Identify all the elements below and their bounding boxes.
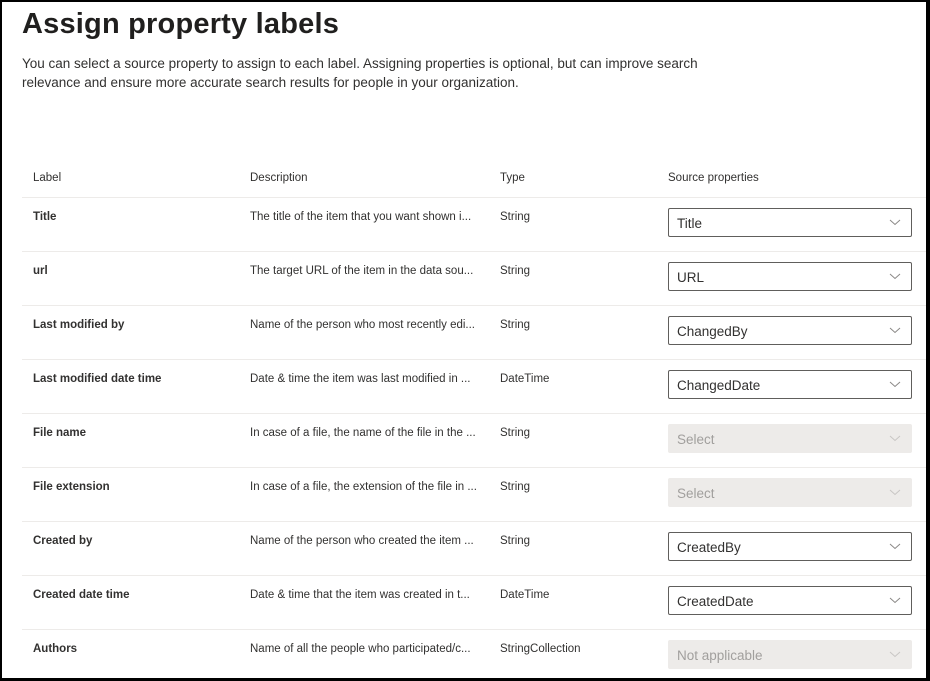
- row-type: String: [500, 427, 531, 439]
- source-property-dropdown: Not applicable: [668, 640, 912, 669]
- row-type: String: [500, 319, 531, 331]
- source-property-dropdown[interactable]: CreatedBy: [668, 532, 912, 561]
- source-property-dropdown[interactable]: URL: [668, 262, 912, 291]
- page-description: You can select a source property to assi…: [22, 56, 698, 90]
- row-description: Name of the person who most recently edi…: [250, 319, 475, 331]
- dropdown-value: ChangedBy: [677, 324, 748, 339]
- table-row: Last modified date time Date & time the …: [22, 360, 926, 414]
- dropdown-value: Select: [677, 486, 715, 501]
- dropdown-value: Title: [677, 216, 703, 231]
- row-label: File extension: [33, 481, 110, 493]
- row-type: DateTime: [500, 589, 550, 601]
- assign-property-labels-panel: Assign property labels You can select a …: [2, 2, 926, 678]
- row-type: String: [500, 265, 531, 277]
- page-title: Assign property labels: [22, 8, 340, 40]
- row-label: Created by: [33, 535, 93, 547]
- chevron-down-icon: [889, 543, 901, 550]
- table-body: Title The title of the item that you wan…: [22, 198, 926, 678]
- row-description: The target URL of the item in the data s…: [250, 265, 474, 277]
- row-description: In case of a file, the extension of the …: [250, 481, 477, 493]
- row-type: String: [500, 211, 531, 223]
- table-row: File extension In case of a file, the ex…: [22, 468, 926, 522]
- dropdown-value: CreatedBy: [677, 540, 741, 555]
- table-row: Last modified by Name of the person who …: [22, 306, 926, 360]
- source-property-dropdown[interactable]: Title: [668, 208, 912, 237]
- header-type: Type: [500, 172, 525, 184]
- dropdown-value: URL: [677, 270, 705, 285]
- table-row: Authors Name of all the people who parti…: [22, 630, 926, 678]
- header-label: Label: [33, 172, 62, 184]
- row-type: DateTime: [500, 373, 550, 385]
- row-label: File name: [33, 427, 87, 439]
- dropdown-value: Select: [677, 432, 715, 447]
- row-description: Date & time the item was last modified i…: [250, 373, 471, 385]
- chevron-down-icon: [889, 381, 901, 388]
- table-row: url The target URL of the item in the da…: [22, 252, 926, 306]
- row-label: Last modified date time: [33, 373, 162, 385]
- chevron-down-icon: [889, 435, 901, 442]
- table-row: Title The title of the item that you wan…: [22, 198, 926, 252]
- dropdown-value: CreatedDate: [677, 594, 754, 609]
- row-description: Date & time that the item was created in…: [250, 589, 470, 601]
- row-type: StringCollection: [500, 643, 581, 655]
- row-description: In case of a file, the name of the file …: [250, 427, 476, 439]
- chevron-down-icon: [889, 597, 901, 604]
- row-label: Title: [33, 211, 57, 223]
- chevron-down-icon: [889, 651, 901, 658]
- source-property-dropdown[interactable]: CreatedDate: [668, 586, 912, 615]
- chevron-down-icon: [889, 489, 901, 496]
- row-type: String: [500, 535, 531, 547]
- row-label: Created date time: [33, 589, 130, 601]
- source-property-dropdown: Select: [668, 478, 912, 507]
- source-property-dropdown[interactable]: ChangedBy: [668, 316, 912, 345]
- source-property-dropdown[interactable]: ChangedDate: [668, 370, 912, 399]
- header-description: Description: [250, 172, 308, 184]
- chevron-down-icon: [889, 219, 901, 226]
- row-description: The title of the item that you want show…: [250, 211, 472, 223]
- table-row: Created by Name of the person who create…: [22, 522, 926, 576]
- chevron-down-icon: [889, 273, 901, 280]
- source-property-dropdown: Select: [668, 424, 912, 453]
- row-label: Last modified by: [33, 319, 125, 331]
- row-label: url: [33, 265, 48, 277]
- chevron-down-icon: [889, 327, 901, 334]
- table-header: Label Description Type Source properties: [22, 162, 926, 198]
- table-row: Created date time Date & time that the i…: [22, 576, 926, 630]
- row-label: Authors: [33, 643, 78, 655]
- dropdown-value: Not applicable: [677, 648, 763, 663]
- row-type: String: [500, 481, 531, 493]
- table-row: File name In case of a file, the name of…: [22, 414, 926, 468]
- header-source-properties: Source properties: [668, 172, 759, 184]
- row-description: Name of the person who created the item …: [250, 535, 474, 547]
- property-labels-table: Label Description Type Source properties…: [22, 162, 926, 678]
- row-description: Name of all the people who participated/…: [250, 643, 471, 655]
- dropdown-value: ChangedDate: [677, 378, 761, 393]
